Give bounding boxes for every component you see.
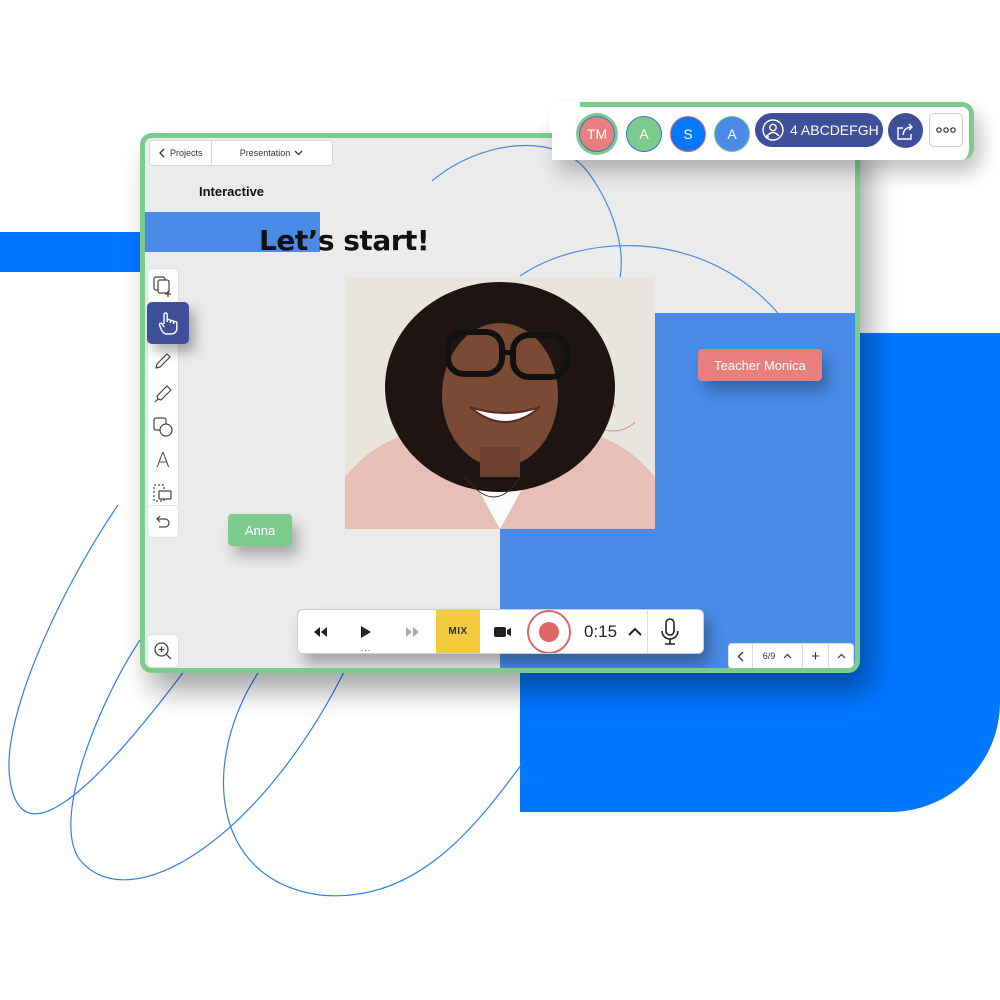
participants-bar: TM A S A 4 ABCDEFGH [550,102,974,160]
zoom-in-button[interactable] [147,634,179,668]
chevron-up-icon [628,627,642,636]
recording-time: 0:15 [584,621,618,641]
participant-avatars: TM A S A [576,113,750,155]
play-options-dots[interactable]: ... [361,644,372,653]
drawing-toolbar: A [147,268,189,510]
chevron-up-icon [783,653,792,659]
presentation-label: Presentation [239,148,291,158]
previous-slide-button[interactable] [729,644,753,668]
bar-notch [550,102,580,132]
pen-tool[interactable] [147,344,179,377]
rewind-button[interactable] [298,610,342,653]
invite-participants-button[interactable]: 4 ABCDEFGH [755,113,883,147]
presentation-window: Projects Presentation Interactive Let’s … [140,133,860,673]
projects-back-button[interactable]: Projects [150,141,212,165]
page-number: 6/9 [762,651,776,661]
avatar-initials: S [683,126,693,142]
fast-forward-button[interactable] [390,610,436,653]
avatar-initials: TM [586,126,608,142]
microphone-button[interactable] [648,610,692,653]
collapse-pager-button[interactable] [829,644,853,668]
teacher-name-tag[interactable]: Teacher Monica [698,349,822,381]
zoom-in-icon [154,642,172,660]
more-options-button[interactable] [929,113,963,147]
highlighter-icon [154,384,172,402]
add-user-icon [762,119,784,141]
invite-label: 4 ABCDEFGH [790,122,879,138]
video-camera-icon [494,626,511,637]
playback-bar: ... MIX 0:15 [297,609,704,654]
hand-pointer-icon [158,312,178,335]
chevron-left-icon [737,651,744,661]
section-label: Interactive [199,184,265,199]
camera-button[interactable] [480,610,526,653]
slide-pager: 6/9 + [728,643,854,668]
avatar[interactable]: TM [579,116,615,152]
share-icon [896,123,913,140]
add-slide-button[interactable]: + [803,644,829,668]
text-tool[interactable]: A [147,443,179,476]
avatar[interactable]: A [714,116,750,152]
shapes-tool[interactable] [147,410,179,443]
host-avatar-ring: TM [576,113,618,155]
background-blue-bar [0,232,150,272]
undo-button[interactable] [147,505,179,538]
record-button[interactable] [526,610,572,653]
highlighter-tool[interactable] [147,377,179,410]
student-name-tag[interactable]: Anna [228,514,292,546]
play-button[interactable]: ... [342,610,390,653]
pencil-icon [155,352,171,369]
shapes-icon [153,416,173,437]
chevron-down-icon [294,150,303,156]
avatar[interactable]: A [626,116,662,152]
play-icon [361,625,371,638]
record-icon [527,610,571,653]
participant-photo[interactable] [345,277,655,529]
microphone-icon [661,617,679,645]
copy-plus-icon [153,275,171,297]
presentation-dropdown[interactable]: Presentation [212,141,332,165]
slide-title[interactable]: Let’s start! [259,224,430,257]
share-button[interactable] [888,113,923,148]
chevron-up-icon [837,653,845,659]
expand-button[interactable] [623,610,647,653]
avatar-initials: A [639,126,649,142]
more-horizontal-icon [936,127,956,133]
text-icon: A [156,447,170,472]
avatar[interactable]: S [670,116,706,152]
project-nav: Projects Presentation [149,140,333,166]
fast-forward-icon [406,626,419,637]
mix-button[interactable]: MIX [436,610,480,653]
add-slide-tool[interactable] [147,269,179,302]
rewind-icon [314,626,327,637]
hand-tool[interactable] [147,302,189,344]
avatar-initials: A [727,126,737,142]
woman-portrait-image [345,277,655,529]
projects-label: Projects [170,148,203,158]
undo-icon [156,515,170,528]
page-indicator[interactable]: 6/9 [753,644,803,668]
chevron-left-icon [159,148,165,158]
selection-icon [153,483,172,502]
